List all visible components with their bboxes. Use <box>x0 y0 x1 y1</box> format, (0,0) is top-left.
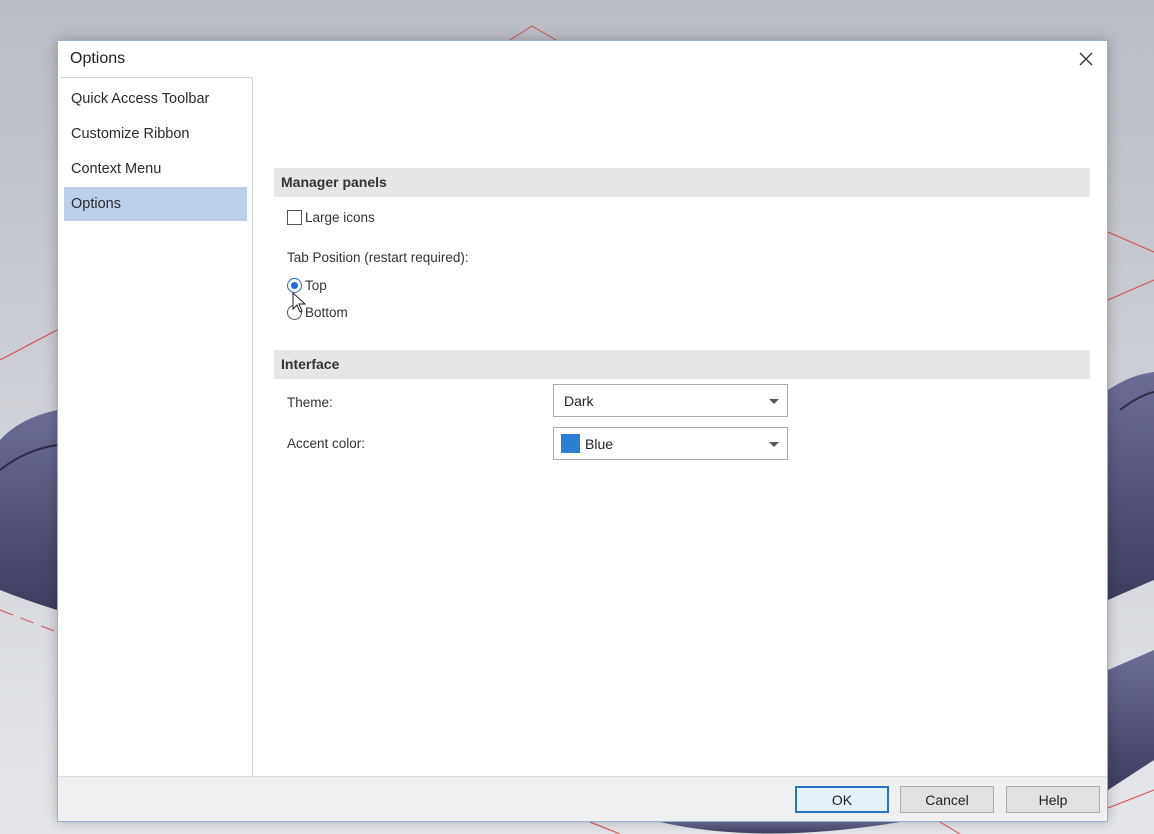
close-button[interactable] <box>1071 45 1101 73</box>
sidebar-item-customize-ribbon[interactable]: Customize Ribbon <box>64 117 247 151</box>
chevron-down-icon <box>769 399 779 404</box>
accent-color-label: Accent color: <box>287 436 366 451</box>
tab-position-top-radio[interactable] <box>287 278 302 293</box>
dialog-footer: OK Cancel Help <box>58 776 1107 821</box>
close-icon <box>1079 52 1093 66</box>
tab-position-top-label: Top <box>305 278 327 293</box>
options-sidebar: Quick Access Toolbar Customize Ribbon Co… <box>60 77 253 777</box>
ok-button[interactable]: OK <box>795 786 889 813</box>
sidebar-item-context-menu[interactable]: Context Menu <box>64 152 247 186</box>
large-icons-row[interactable]: Large icons <box>287 210 375 225</box>
large-icons-label: Large icons <box>305 210 375 225</box>
mouse-pointer-icon <box>292 292 307 313</box>
section-header-interface: Interface <box>274 350 1090 379</box>
tab-position-bottom-label: Bottom <box>305 305 348 320</box>
accent-color-select-value: Blue <box>585 435 614 452</box>
accent-color-swatch <box>561 434 580 453</box>
theme-select[interactable]: Dark <box>553 384 788 417</box>
dialog-title: Options <box>70 50 126 67</box>
sidebar-item-options[interactable]: Options <box>64 187 247 221</box>
options-content: Manager panels Large icons Tab Position … <box>254 77 1107 777</box>
dialog-titlebar: Options <box>58 41 1107 77</box>
large-icons-checkbox[interactable] <box>287 210 302 225</box>
cancel-button[interactable]: Cancel <box>900 786 994 813</box>
chevron-down-icon <box>769 442 779 447</box>
accent-color-select[interactable]: Blue <box>553 427 788 460</box>
theme-label: Theme: <box>287 395 333 410</box>
tab-position-label: Tab Position (restart required): <box>287 250 469 265</box>
options-dialog: Options Quick Access Toolbar Customize R… <box>57 40 1108 822</box>
section-header-manager-panels: Manager panels <box>274 168 1090 197</box>
tab-position-top-row[interactable]: Top <box>287 278 327 293</box>
theme-select-value: Dark <box>564 392 594 409</box>
help-button[interactable]: Help <box>1006 786 1100 813</box>
sidebar-item-quick-access-toolbar[interactable]: Quick Access Toolbar <box>64 82 247 116</box>
